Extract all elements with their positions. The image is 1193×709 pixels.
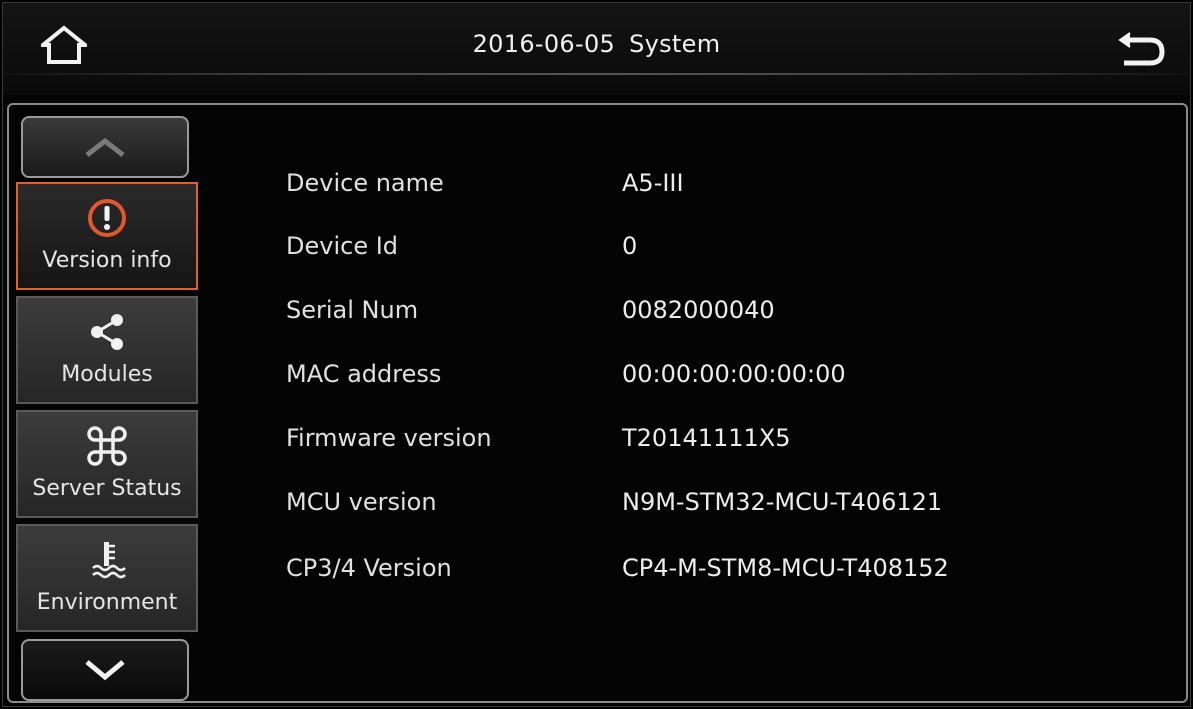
scroll-up-button[interactable]: [21, 116, 189, 178]
scroll-down-button[interactable]: [21, 639, 189, 701]
info-label: MAC address: [286, 360, 442, 388]
info-value: 00:00:00:00:00:00: [622, 360, 846, 388]
sidebar-item-label: Modules: [61, 362, 153, 387]
info-row-serial-num: Serial Num 0082000040: [286, 296, 1166, 336]
info-label: Firmware version: [286, 424, 492, 452]
info-row-device-name: Device name A5-III: [286, 169, 1166, 209]
back-button[interactable]: [1116, 25, 1168, 69]
chevron-down-icon: [85, 660, 125, 681]
sidebar-item-modules[interactable]: Modules: [16, 296, 198, 404]
system-screen: 2016-06-05 System Version info Modules S…: [2, 2, 1191, 707]
info-row-firmware-version: Firmware version T20141111X5: [286, 424, 1166, 464]
sidebar-item-label: Version info: [42, 248, 172, 273]
info-row-device-id: Device Id 0: [286, 232, 1166, 272]
info-value: T20141111X5: [622, 424, 791, 452]
sidebar-item-label: Environment: [36, 590, 178, 615]
share-nodes-icon: [91, 314, 123, 350]
info-row-cp34-version: CP3/4 Version CP4-M-STM8-MCU-T408152: [286, 554, 1166, 594]
header-title-text: System: [629, 30, 721, 58]
sidebar-item-server-status[interactable]: Server Status: [16, 410, 198, 518]
sidebar-item-version-info[interactable]: Version info: [16, 182, 198, 290]
header-divider: [3, 73, 1190, 75]
info-label: CP3/4 Version: [286, 554, 452, 582]
temperature-icon: [92, 542, 126, 579]
header-date: 2016-06-05: [472, 30, 616, 58]
info-value: N9M-STM32-MCU-T406121: [622, 488, 943, 516]
sidebar-item-label: Server Status: [32, 476, 182, 501]
info-label: Serial Num: [286, 296, 419, 324]
back-arrow-icon: [1118, 32, 1165, 66]
command-icon: [87, 426, 127, 466]
info-value: 0: [622, 232, 638, 260]
page-title: 2016-06-05 System: [3, 30, 1190, 58]
info-row-mac-address: MAC address 00:00:00:00:00:00: [286, 360, 1166, 400]
chevron-up-icon: [85, 137, 125, 157]
info-alert-icon: [88, 199, 126, 237]
info-value: CP4-M-STM8-MCU-T408152: [622, 554, 949, 582]
info-label: Device Id: [286, 232, 399, 260]
info-label: MCU version: [286, 488, 437, 516]
info-value: 0082000040: [622, 296, 775, 324]
info-value: A5-III: [622, 169, 684, 197]
info-row-mcu-version: MCU version N9M-STM32-MCU-T406121: [286, 488, 1166, 528]
header-bar: 2016-06-05 System: [3, 3, 1190, 95]
info-label: Device name: [286, 169, 444, 197]
sidebar-item-environment[interactable]: Environment: [16, 524, 198, 632]
